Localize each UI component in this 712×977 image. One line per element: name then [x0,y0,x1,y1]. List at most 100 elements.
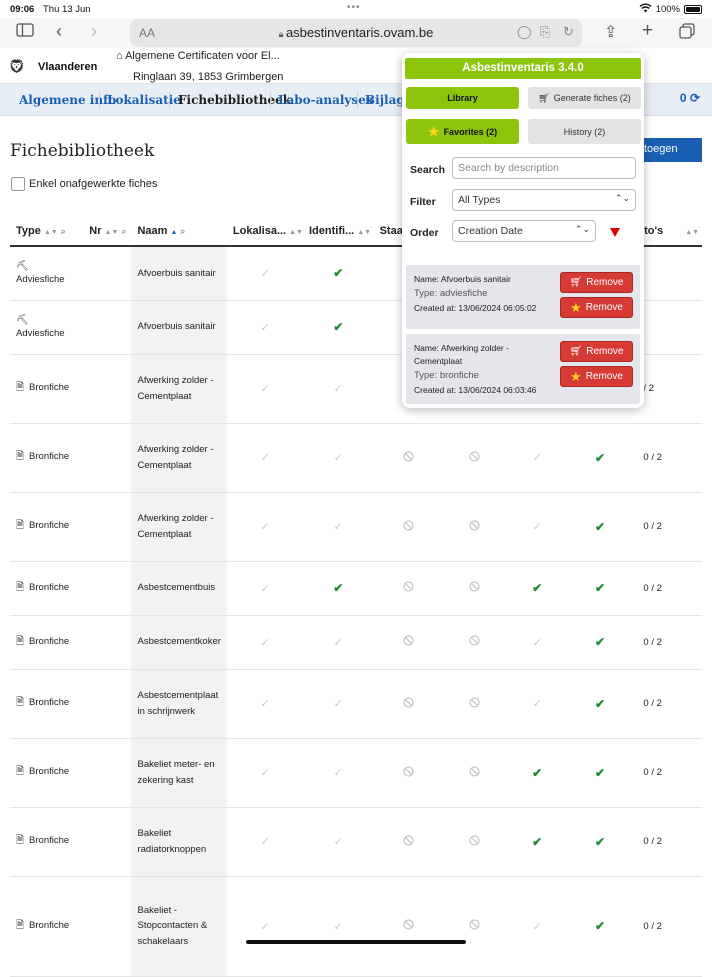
sidebar-icon[interactable] [16,23,34,42]
sort-icon[interactable]: ▲▼ [289,229,303,236]
name-cell[interactable]: Asbestcementkoker [131,615,227,670]
translate-icon[interactable]: ⎘ [540,24,550,40]
status-cell: ✓ [505,876,569,977]
generate-fiches-button[interactable]: 🛒︎ Generate fiches (2) [528,87,641,109]
status-cell: ✓ [226,492,303,562]
sort-asc-icon[interactable]: ▲ [170,229,177,236]
remove-library-button[interactable]: 🛒︎ Remove [560,341,633,362]
col-lokalisatie[interactable]: Lokalisa... ▲▼ [226,216,303,247]
name-cell[interactable]: Afwerking zolder - Cementplaat [131,423,227,493]
history-button[interactable]: History (2) [528,119,641,144]
status-cell: ✓ [505,669,569,739]
table-row[interactable]: 🗎 Bronfiche Afwerking zolder - Cementplaat… [10,492,702,562]
col-type[interactable]: Type ▲▼ ⌕ [10,216,84,247]
search-input[interactable]: Search by description [452,157,636,179]
status-date: Thu 13 Jun [43,4,91,15]
search-icon[interactable]: ⌕ [180,226,185,236]
check-light-icon: ✓ [333,767,343,779]
status-cell: ✔ [568,423,632,493]
contact-link[interactable]: EER ONS ? [644,61,690,71]
check-icon: ✔ [532,834,543,849]
site-address[interactable]: Ringlaan 39, 1853 Grimbergen [133,71,284,85]
remove-favorite-button[interactable]: ★ Remove [560,297,633,318]
name-cell[interactable]: Afwerking zolder - Cementplaat [131,354,227,424]
order-select[interactable]: Creation Date ⌃⌄ [452,220,596,242]
sort-icon[interactable]: ▲▼ [44,229,58,236]
status-cell: ✓ [302,738,374,808]
sync-count[interactable]: 0 ⟳ [680,91,700,105]
filter-select[interactable]: All Types ⌃⌄ [452,189,636,211]
tab-algemene-info[interactable]: Algemene info [19,93,116,107]
status-cell [442,615,506,670]
share-icon[interactable]: ⇪ [604,22,617,42]
search-icon[interactable]: ⌕ [121,226,126,236]
tab-labo-analyses[interactable]: Labo-analyses [278,93,373,107]
sort-icon[interactable]: ▲▼ [105,229,119,236]
document-icon: 🗎 [16,919,25,931]
not-applicable-icon [403,635,414,649]
library-button[interactable]: Library [406,87,519,109]
type-label: Bronfiche [29,697,70,708]
name-cell[interactable]: Bakeliet - Stopcontacten & schakelaars [131,876,227,977]
certificate-name[interactable]: ⌂ Algemene Certificaten voor El... [116,50,280,62]
forward-icon[interactable]: › [91,21,97,42]
tab-fichebibliotheek[interactable]: Fichebibliotheek [178,93,291,107]
url-text: 🔒︎ asbestinventaris.ovam.be [130,25,582,40]
favorites-button[interactable]: ★ Favorites (2) [406,119,519,144]
status-cell: ✓ [226,807,303,877]
col-nr[interactable]: Nr ▲▼ ⌕ [83,216,132,247]
nr-cell [83,492,132,562]
table-row[interactable]: 🗎 Bronfiche Asbestcementplaat in schrijnwe… [10,669,702,739]
status-cell: ✔ [568,807,632,877]
check-light-icon: ✓ [260,321,270,334]
extension-icon[interactable]: ◯ [517,24,532,40]
refresh-icon: ⟳ [689,91,700,105]
status-cell [442,669,506,739]
brand-name[interactable]: Vlaanderen [38,61,97,73]
table-row[interactable]: 🗎 Bronfiche Afwerking zolder - Cementplaat… [10,423,702,493]
col-identificatie[interactable]: Identifi... ▲▼ [302,216,374,247]
lion-logo-icon[interactable]: 🦁︎ [8,58,26,75]
name-cell[interactable]: Asbestcementplaat in schrijnwerk [131,669,227,739]
photos-cell: 0 / 2 [631,876,702,977]
nr-cell [83,738,132,808]
table-row[interactable]: 🗎 Bronfiche Bakeliet meter- en zekering ka… [10,738,702,808]
multitasking-dots-icon[interactable]: ••• [347,2,361,13]
search-icon[interactable]: ⌕ [61,226,66,236]
status-cell: ✔ [302,561,374,616]
unprocessed-checkbox[interactable] [11,177,25,191]
reload-icon[interactable]: ↻ [563,24,574,40]
check-light-icon: ✓ [260,521,270,533]
status-cell [373,492,443,562]
home-indicator[interactable] [246,940,466,944]
remove-favorite-button[interactable]: ★ Remove [560,366,633,387]
sort-direction-icon[interactable] [610,228,620,237]
table-row[interactable]: 🗎 Bronfiche Bakeliet - Stopcontacten & sch… [10,876,702,977]
sort-icon[interactable]: ▲▼ [357,229,371,236]
check-light-icon: ✓ [333,698,343,710]
sort-icon[interactable]: ▲▼ [685,229,699,236]
status-cell [373,423,443,493]
status-cell: ✓ [226,354,303,424]
check-light-icon: ✓ [333,836,343,848]
remove-library-button[interactable]: 🛒︎ Remove [560,272,633,293]
name-cell[interactable]: Afvoerbuis sanitair [131,246,227,301]
name-cell[interactable]: Afvoerbuis sanitair [131,300,227,355]
table-row[interactable]: 🗎 Bronfiche Asbestcementkoker ✓ ✓ ✓ ✔ 0 / 2 [10,615,702,670]
table-row[interactable]: 🗎 Bronfiche Bakeliet radiatorknoppen ✓ ✓ ✔ ✔ 0 … [10,807,702,877]
status-cell: ✔ [568,492,632,562]
table-row[interactable]: 🗎 Bronfiche Asbestcementbuis ✓ ✔ ✔ ✔ 0 / 2 [10,561,702,616]
check-icon: ✔ [594,696,606,711]
col-naam[interactable]: Naam ▲ ⌕ [131,216,227,247]
name-cell[interactable]: Bakeliet meter- en zekering kast [131,738,227,808]
photos-cell: 0 / 2 [631,807,702,877]
new-tab-icon[interactable]: + [642,20,653,42]
name-cell[interactable]: Afwerking zolder - Cementplaat [131,492,227,562]
address-bar[interactable]: AA 🔒︎ asbestinventaris.ovam.be ◯ ⎘ ↻ [130,19,582,47]
status-cell: ✓ [302,669,374,739]
back-icon[interactable]: ‹ [56,21,62,42]
nr-cell [83,807,132,877]
name-cell[interactable]: Bakeliet radiatorknoppen [131,807,227,877]
tabs-overview-icon[interactable] [679,23,695,44]
name-cell[interactable]: Asbestcementbuis [131,561,227,616]
